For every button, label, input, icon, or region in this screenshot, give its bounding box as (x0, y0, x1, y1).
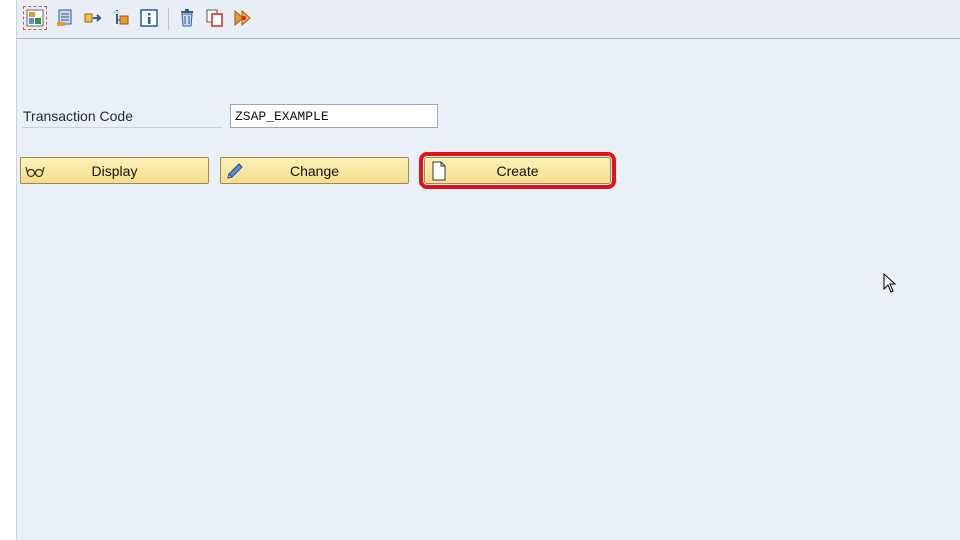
toolbar-separator (168, 8, 169, 30)
main-area: Transaction Code Display Change (17, 40, 960, 540)
change-button[interactable]: Change (220, 157, 409, 184)
left-margin (0, 0, 17, 540)
create-button[interactable]: Create (419, 152, 616, 189)
activate-icon[interactable] (231, 6, 255, 30)
display-button-label: Display (91, 162, 138, 179)
transaction-code-input[interactable] (230, 104, 438, 128)
new-document-icon (429, 161, 449, 181)
transaction-code-label: Transaction Code (22, 104, 222, 128)
mouse-cursor-icon (883, 272, 897, 293)
create-button-label: Create (496, 162, 539, 179)
transaction-code-row: Transaction Code (22, 104, 442, 128)
data-element-icon[interactable] (53, 6, 77, 30)
layout-icon[interactable] (23, 6, 47, 30)
glasses-icon (25, 161, 45, 181)
display-button[interactable]: Display (20, 157, 209, 184)
copy-icon[interactable] (203, 6, 227, 30)
application-toolbar (17, 0, 960, 39)
transport-icon[interactable] (81, 6, 105, 30)
pencil-icon (225, 161, 245, 181)
change-button-label: Change (289, 162, 340, 179)
delete-icon[interactable] (175, 6, 199, 30)
hierarchy-icon[interactable] (109, 6, 133, 30)
info-icon[interactable] (137, 6, 161, 30)
